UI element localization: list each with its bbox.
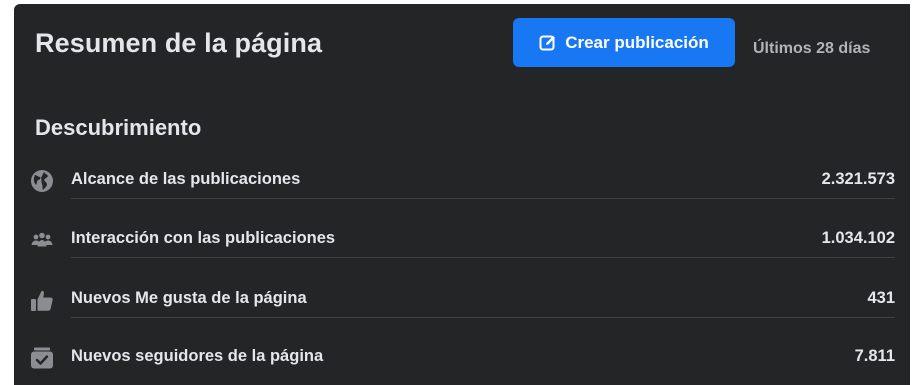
globe-icon	[30, 169, 54, 193]
metric-label: Nuevos seguidores de la página	[71, 347, 324, 365]
metric-row-post-reach[interactable]: Alcance de las publicaciones 2.321.573	[30, 166, 895, 199]
create-post-label: Crear publicación	[565, 32, 709, 52]
metric-row-post-engagement[interactable]: Interacción con las publicaciones 1.034.…	[30, 225, 895, 258]
metric-value: 1.034.102	[821, 229, 895, 247]
metric-value: 7.811	[854, 347, 895, 365]
create-post-button[interactable]: Crear publicación	[513, 18, 735, 67]
page-title: Resumen de la página	[35, 28, 323, 58]
metric-label: Interacción con las publicaciones	[71, 229, 336, 247]
row-divider	[71, 198, 895, 199]
follow-check-icon	[30, 346, 54, 370]
metric-value: 431	[867, 289, 895, 307]
page-summary-panel: Resumen de la página Crear publicación Ú…	[14, 4, 910, 385]
date-range-selector[interactable]: Últimos 28 días	[753, 40, 870, 58]
edit-icon	[539, 34, 557, 52]
people-icon	[30, 228, 54, 252]
thumbs-up-icon	[30, 288, 54, 312]
metric-value: 2.321.573	[821, 170, 895, 188]
section-title: Descubrimiento	[35, 115, 202, 140]
row-divider	[71, 257, 895, 258]
metric-label: Nuevos Me gusta de la página	[71, 289, 307, 307]
metric-row-new-page-followers[interactable]: Nuevos seguidores de la página 7.811	[30, 343, 895, 373]
row-divider	[71, 317, 895, 318]
metric-row-new-page-likes[interactable]: Nuevos Me gusta de la página 431	[30, 285, 895, 318]
metric-label: Alcance de las publicaciones	[71, 170, 301, 188]
